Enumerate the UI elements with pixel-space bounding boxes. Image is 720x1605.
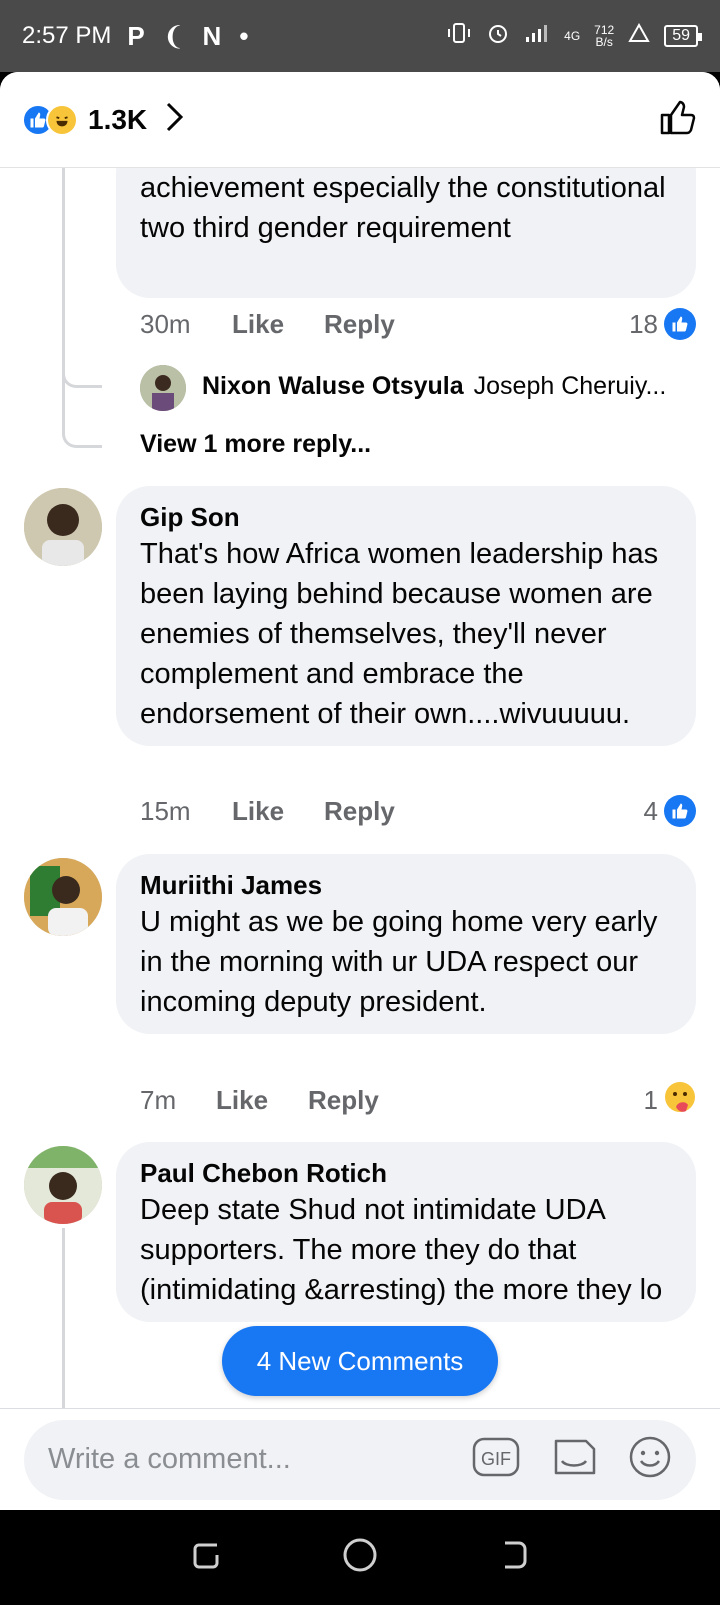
comment-time: 7m: [140, 1084, 177, 1115]
like-button-icon[interactable]: [658, 97, 698, 142]
alarm-icon: [486, 21, 510, 51]
comment-author[interactable]: Paul Chebon Rotich: [140, 1156, 672, 1190]
comment-time: 15m: [140, 795, 191, 826]
comment-text: That's how Africa women leadership has b…: [140, 538, 659, 730]
reply-preview[interactable]: Nixon Waluse Otsyula Joseph Cheruiy...: [202, 372, 666, 401]
system-navigation-bar: [0, 1510, 720, 1605]
avatar[interactable]: [140, 365, 186, 411]
emoji-icon[interactable]: [628, 1435, 672, 1484]
network-4g-icon: 4G: [564, 29, 581, 43]
reaction-count: 1: [643, 1084, 658, 1115]
comment-actions: 15m Like Reply 4: [140, 791, 696, 831]
comment-input-container[interactable]: GIF: [24, 1419, 696, 1500]
comment-text: Deep state Shud not intimidate UDA suppo…: [140, 1194, 663, 1306]
warning-icon: [628, 22, 650, 49]
chevron-right-icon[interactable]: [165, 101, 185, 138]
like-icon: [664, 795, 696, 827]
recents-icon[interactable]: [189, 1537, 225, 1578]
pinterest-icon: P: [127, 20, 145, 51]
home-icon[interactable]: [342, 1537, 378, 1578]
comment-input[interactable]: [48, 1443, 472, 1476]
reply-button[interactable]: Reply: [308, 1085, 379, 1116]
reply-button[interactable]: Reply: [324, 796, 395, 827]
comment-bubble[interactable]: Muriithi James U might as we be going ho…: [116, 854, 696, 1034]
gif-label: GIF: [481, 1449, 511, 1469]
comment-actions: 7m Like Reply 1: [140, 1080, 696, 1120]
notification-icons: P ❨ N •: [127, 21, 248, 52]
reply-button[interactable]: Reply: [324, 309, 395, 340]
sticker-icon[interactable]: [550, 1435, 598, 1484]
net-speed: 712 B/s: [594, 23, 615, 49]
back-icon[interactable]: [495, 1537, 531, 1578]
composer-icons: GIF: [472, 1435, 672, 1484]
view-more-replies-link[interactable]: View 1 more reply...: [140, 430, 371, 459]
battery-icon: 59: [664, 25, 702, 47]
app-notification-icon: ❨: [162, 20, 185, 51]
like-button[interactable]: Like: [232, 796, 284, 827]
comment-author[interactable]: Gip Son: [140, 500, 672, 534]
like-button[interactable]: Like: [216, 1085, 268, 1116]
reaction-count: 1.3K: [88, 103, 148, 135]
comment-bubble[interactable]: Paul Chebon Rotich Deep state Shud not i…: [116, 1142, 696, 1322]
signal-icon: [524, 23, 550, 49]
avatar[interactable]: [24, 858, 102, 936]
status-time: 2:57 PM: [22, 22, 112, 49]
comment-bubble[interactable]: Gip Son That's how Africa women leadersh…: [116, 486, 696, 746]
vibrate-icon: [446, 22, 472, 50]
comment-composer: GIF: [0, 1408, 720, 1510]
like-icon: [664, 308, 696, 340]
more-notifications-dot: •: [239, 20, 249, 51]
comments-sheet: 1.3K achievement especially the constitu…: [0, 72, 720, 1510]
reply-text: Joseph Cheruiy...: [473, 372, 667, 400]
new-comments-button[interactable]: 4 New Comments: [222, 1326, 498, 1396]
reaction-summary[interactable]: 4: [644, 795, 696, 827]
comment-time: 30m: [140, 308, 191, 339]
comment-author[interactable]: Muriithi James: [140, 868, 672, 902]
reactions-header[interactable]: 1.3K: [0, 72, 720, 168]
reaction-summary[interactable]: 18: [629, 308, 696, 340]
status-bar: 2:57 PM P ❨ N • 4G 712 B/s 59: [0, 0, 720, 72]
reaction-summary[interactable]: 1: [644, 1081, 696, 1120]
comment-actions: 30m Like Reply 18: [140, 304, 696, 344]
reaction-count: 4: [643, 795, 658, 826]
reply-author: Nixon Waluse Otsyula: [202, 372, 464, 400]
reaction-icons: [22, 103, 78, 136]
comment-text: achievement especially the constitutiona…: [140, 172, 666, 244]
care-icon: [664, 1081, 696, 1120]
avatar[interactable]: [24, 1146, 102, 1224]
haha-icon: [46, 103, 78, 136]
gif-icon[interactable]: GIF: [472, 1437, 520, 1482]
reaction-count: 18: [629, 308, 658, 339]
avatar[interactable]: [24, 488, 102, 566]
comment-thread: achievement especially the constitutiona…: [0, 168, 720, 1480]
news-app-icon: N: [202, 20, 222, 51]
like-button[interactable]: Like: [232, 309, 284, 340]
comment-bubble[interactable]: achievement especially the constitutiona…: [116, 168, 696, 298]
comment-text: U might as we be going home very early i…: [140, 906, 658, 1018]
thread-connector: [62, 378, 102, 448]
